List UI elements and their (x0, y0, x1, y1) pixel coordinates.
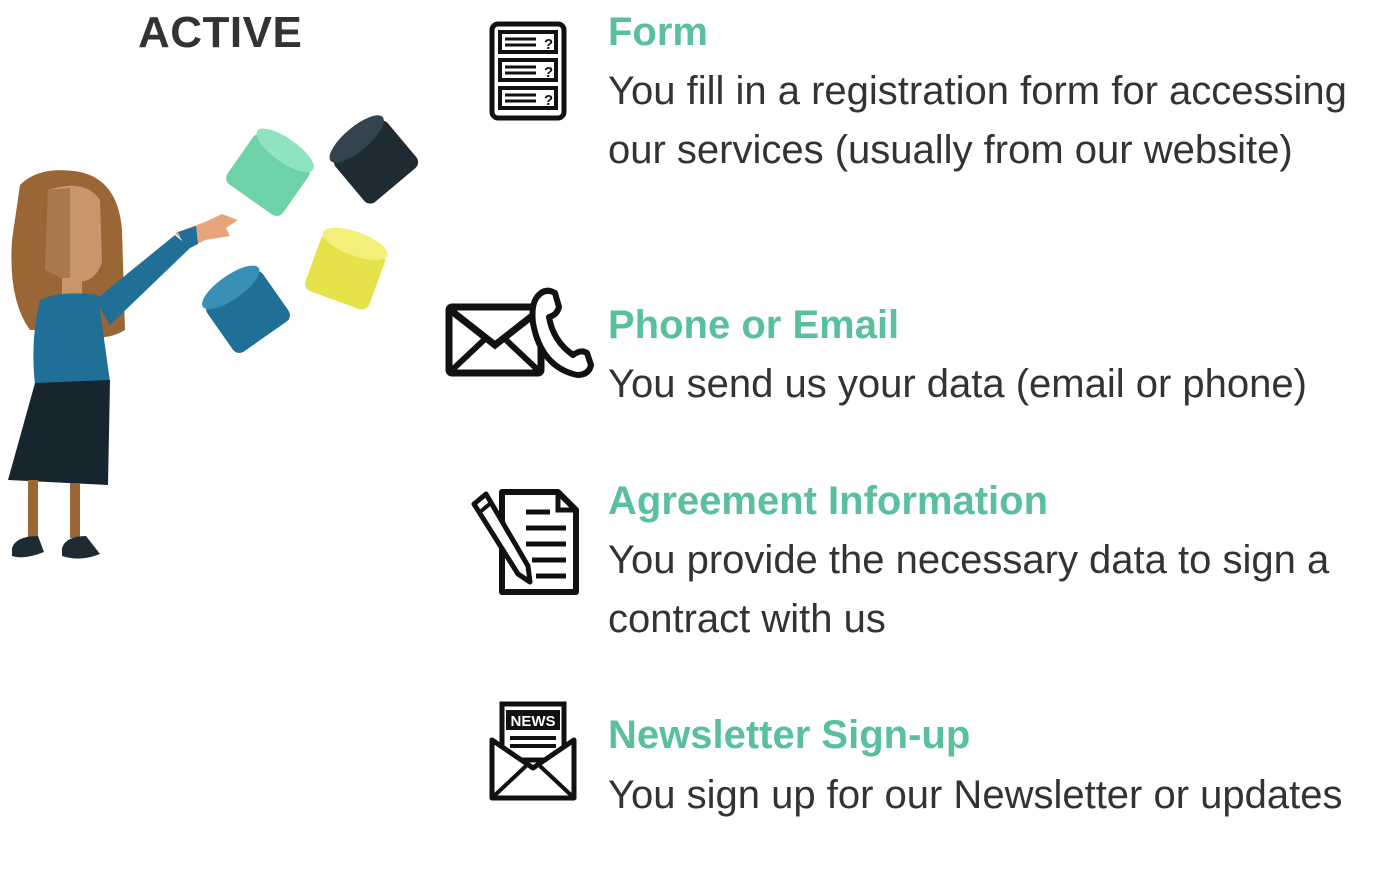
item-description-phone-or-email: You send us your data (email or phone) (608, 362, 1307, 406)
woman-figure (8, 170, 238, 559)
item-title-newsletter-sign-up: Newsletter Sign-up (608, 713, 971, 757)
blue-cylinder (202, 265, 290, 353)
form-icon: ? ? ? (489, 21, 567, 121)
svg-text:?: ? (544, 64, 553, 81)
svg-text:?: ? (544, 36, 553, 53)
yellow-cylinder (305, 227, 388, 310)
woman-throwing-data-illustration (8, 115, 419, 559)
envelope-phone-icon (445, 287, 594, 378)
item-description-form: You fill in a registration form for acce… (608, 69, 1347, 172)
item-title-agreement-information: Agreement Information (608, 479, 1049, 523)
item-title-form: Form (608, 10, 708, 54)
item-title-phone-or-email: Phone or Email (608, 303, 900, 347)
svg-text:?: ? (544, 92, 553, 109)
item-description-newsletter-sign-up: You sign up for our Newsletter or update… (608, 773, 1343, 817)
svg-text:NEWS: NEWS (511, 713, 556, 730)
contract-signing-icon (471, 489, 579, 595)
dark-cylinder (329, 115, 419, 204)
page-heading: ACTIVE (138, 8, 303, 57)
newsletter-icon: NEWS (489, 701, 577, 801)
item-description-agreement-information: You provide the necessary data to sign a… (608, 538, 1330, 641)
green-cylinder (226, 128, 314, 216)
